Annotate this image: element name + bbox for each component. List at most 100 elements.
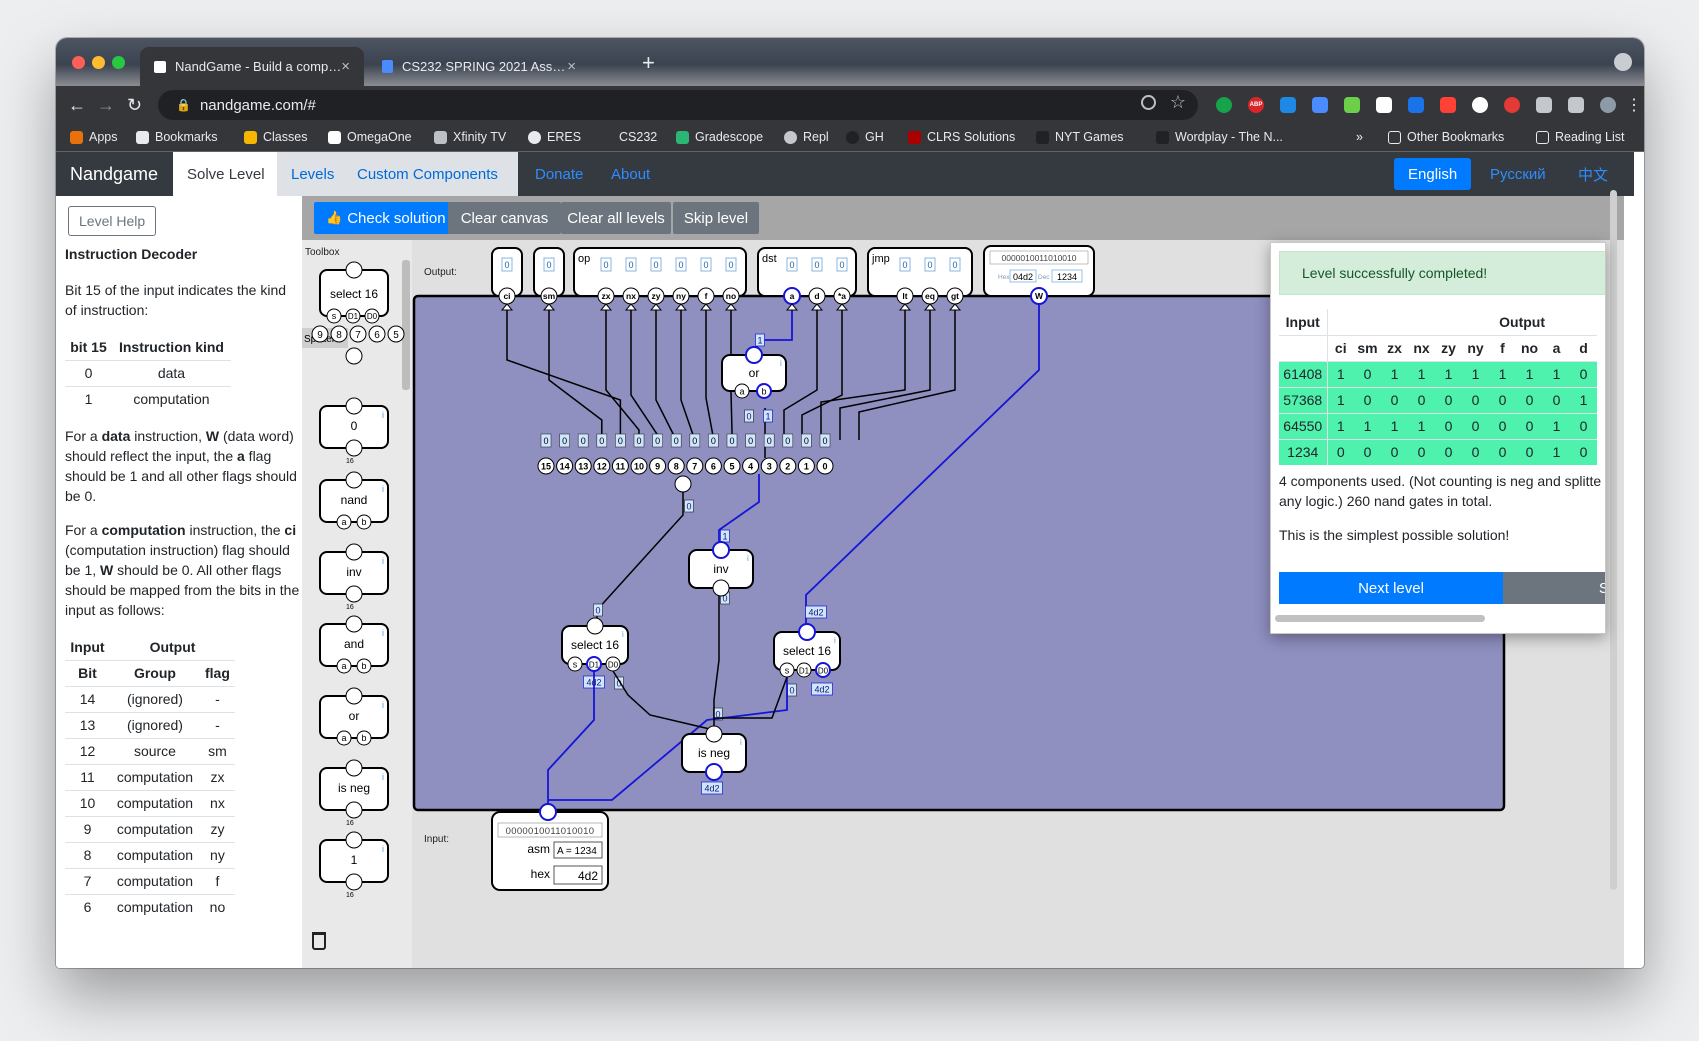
bookmark-clrs[interactable]: CLRS Solutions — [908, 130, 1015, 144]
toolbox-item-0[interactable]: 0 i 16 — [319, 397, 389, 465]
text-run: instruction, — [130, 428, 206, 444]
more-bookmarks-icon[interactable]: » — [1356, 130, 1363, 144]
pin-label: a — [341, 661, 346, 671]
extension-icon[interactable] — [1344, 97, 1360, 113]
bookmark-xfinity[interactable]: Xfinity TV — [434, 130, 506, 144]
brand-logo[interactable]: Nandgame — [70, 152, 158, 196]
bookmark-bookmarks[interactable]: Bookmarks — [136, 130, 218, 144]
close-window-button[interactable] — [72, 56, 85, 69]
table-cell: computation — [110, 893, 200, 920]
table-cell: 0 — [1489, 386, 1516, 413]
puzzle-icon[interactable] — [1536, 97, 1552, 113]
info-icon: i — [834, 636, 836, 645]
toolbox-item-and[interactable]: and i a b — [319, 615, 389, 674]
star-icon[interactable]: ☆ — [1170, 92, 1186, 113]
clear-canvas-button[interactable]: Clear canvas — [448, 202, 561, 234]
extension-icon[interactable] — [1376, 97, 1392, 113]
pin-label: zx — [602, 291, 611, 301]
bookmark-nyt[interactable]: NYT Games — [1036, 130, 1124, 144]
extension-icon[interactable] — [1504, 97, 1520, 113]
toolbox-scrollbar[interactable] — [402, 260, 410, 390]
close-tab-icon[interactable]: × — [341, 58, 350, 75]
bookmark-apps[interactable]: Apps — [70, 130, 118, 144]
nav-levels[interactable]: Levels — [277, 152, 343, 196]
select16-right[interactable]: select 16i s D1 D0 — [773, 623, 841, 678]
lang-russian[interactable]: Русский — [1476, 158, 1560, 190]
tab-nandgame[interactable]: NandGame - Build a computer × — [140, 47, 364, 86]
bookmark-label: Classes — [263, 130, 308, 144]
bookmark-eres[interactable]: ERES — [528, 130, 581, 144]
output-pin — [798, 623, 816, 641]
extension-icon[interactable] — [1472, 97, 1488, 113]
grammarly-icon[interactable] — [1216, 97, 1232, 113]
next-level-button[interactable]: Next level — [1279, 572, 1503, 604]
extension-icon[interactable] — [1280, 97, 1296, 113]
search-icon[interactable] — [1141, 95, 1156, 110]
toolbox-item-nand[interactable]: nand i a b — [319, 471, 389, 530]
toolbox-item-inv[interactable]: inv i 16 — [319, 543, 389, 611]
secondary-button[interactable]: St — [1503, 572, 1605, 604]
hex-label: Hex — [998, 274, 1010, 281]
level-help-button[interactable]: Level Help — [68, 206, 157, 236]
back-icon[interactable]: ← — [68, 95, 86, 116]
nav-solve-level[interactable]: Solve Level — [173, 152, 279, 196]
reading-list[interactable]: Reading List — [1536, 130, 1625, 144]
bit-label: 10 — [634, 462, 644, 472]
avatar[interactable] — [1600, 97, 1616, 113]
close-tab-icon[interactable]: × — [567, 58, 576, 75]
new-tab-button[interactable]: + — [642, 50, 655, 76]
toolbox-item-splitter[interactable]: Splitter 98765 — [302, 325, 405, 365]
value-label: 0 — [746, 412, 751, 422]
bit-value: 0 — [655, 436, 660, 446]
reload-icon[interactable]: ↻ — [127, 95, 142, 116]
lang-chinese[interactable]: 中文 — [1564, 158, 1622, 190]
output-pin — [345, 615, 363, 633]
nav-about[interactable]: About — [611, 152, 650, 196]
zoom-window-button[interactable] — [112, 56, 125, 69]
toolbox-item-or[interactable]: or i a b — [319, 687, 389, 746]
forward-icon[interactable]: → — [97, 95, 115, 116]
check-solution-button[interactable]: 👍 Check solution — [314, 202, 458, 234]
bookmark-wordplay[interactable]: Wordplay - The N... — [1156, 130, 1283, 144]
popup-scrollbar[interactable] — [1275, 615, 1485, 622]
other-bookmarks[interactable]: Other Bookmarks — [1388, 130, 1504, 144]
table-header: Input — [70, 638, 105, 655]
extension-icon[interactable] — [1408, 97, 1424, 113]
bookmark-classes[interactable]: Classes — [244, 130, 307, 144]
profile-icon[interactable] — [1614, 53, 1632, 71]
lang-english[interactable]: English — [1394, 158, 1472, 190]
output-w[interactable]: 0000010011010010 Hex 04d2 Dec 1234 W — [983, 245, 1095, 305]
bookmark-gh[interactable]: GH — [846, 130, 884, 144]
bit-mapping-table: Input Output Bit Group flag 14 (ignored) -13(… — [65, 634, 235, 920]
table-header: Output — [1499, 313, 1545, 330]
skip-level-button[interactable]: Skip level — [673, 202, 759, 234]
select16-left[interactable]: select 16i s D1 D0 — [561, 617, 629, 672]
toolbox-item-is-neg[interactable]: is neg i 16 — [319, 759, 389, 827]
toolbox-item-1[interactable]: 1 i 16 — [319, 831, 389, 899]
input-node[interactable]: 0000010011010010 asm A = 1234 hex 4d2 — [491, 803, 609, 891]
minimize-window-button[interactable] — [92, 56, 105, 69]
table-row: 1 computation — [65, 385, 231, 412]
bookmark-gradescope[interactable]: Gradescope — [676, 130, 763, 144]
extension-icon[interactable] — [1312, 97, 1328, 113]
address-bar[interactable]: 🔒 nandgame.com/# ☆ — [158, 90, 1198, 120]
bookmark-repl[interactable]: Repl — [784, 130, 829, 144]
menu-icon[interactable]: ⋮ — [1626, 95, 1642, 115]
or-gate[interactable]: or i a b — [721, 346, 787, 399]
page-scrollbar[interactable] — [1610, 190, 1617, 890]
playlist-icon[interactable] — [1568, 97, 1584, 113]
toolbox-item-select16[interactable]: select 16 s D1 D0 — [319, 261, 389, 324]
table-cell: 8 — [65, 841, 111, 868]
clear-all-levels-button[interactable]: Clear all levels — [561, 202, 671, 234]
trash-icon[interactable] — [312, 932, 326, 950]
nav-donate[interactable]: Donate — [535, 152, 583, 196]
asm-label: asm — [527, 842, 550, 856]
adblock-icon[interactable]: ABP — [1248, 97, 1264, 113]
table-cell: 1 — [1327, 360, 1354, 387]
bookmark-omegaone[interactable]: OmegaOne — [328, 130, 412, 144]
nav-custom-components[interactable]: Custom Components — [343, 152, 518, 196]
extension-icon[interactable] — [1440, 97, 1456, 113]
kind-table: bit 15 Instruction kind 0 data 1 computati… — [65, 334, 231, 412]
bookmark-cs232[interactable]: CS232 — [600, 130, 657, 144]
tab-cs232[interactable]: CS232 SPRING 2021 Assignment × — [368, 47, 590, 86]
